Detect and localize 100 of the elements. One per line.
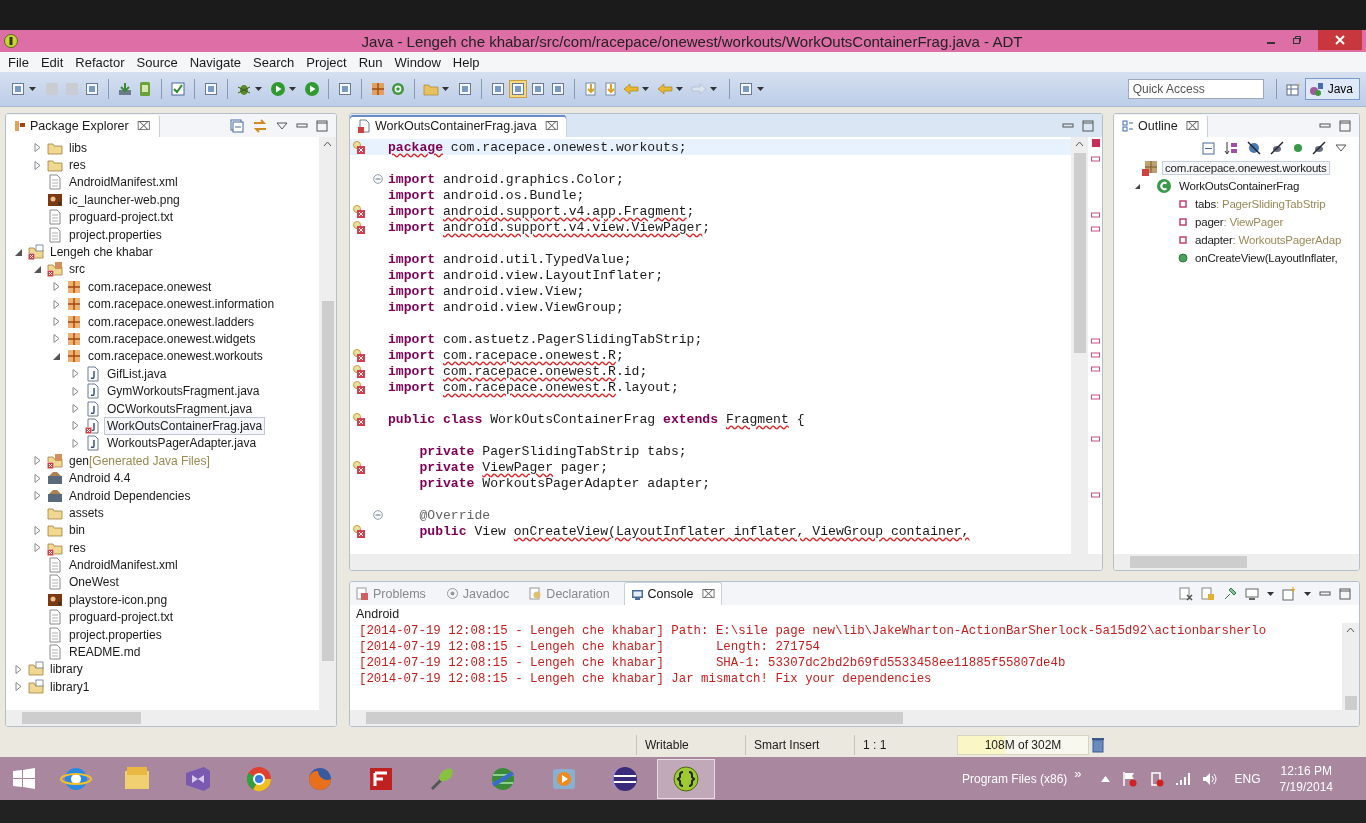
filter-icon[interactable] [1247, 141, 1261, 155]
close-icon[interactable]: ⌧ [544, 118, 559, 133]
tree-item[interactable]: AndroidManifest.xml [66, 556, 181, 575]
run-config-icon[interactable] [304, 81, 320, 97]
caret-icon[interactable] [710, 87, 717, 91]
menu-item[interactable]: Search [247, 54, 301, 70]
expand-toggle-icon[interactable] [52, 282, 61, 292]
caret-icon[interactable] [442, 87, 449, 91]
outline-item[interactable]: com.racepace.onewest.workouts [1162, 161, 1330, 175]
minimize-icon[interactable] [1319, 588, 1331, 599]
view-menu-icon[interactable] [276, 121, 288, 130]
vertical-scrollbar[interactable] [1071, 137, 1088, 554]
expand-toggle-icon[interactable] [14, 664, 23, 674]
horizontal-scrollbar[interactable] [350, 554, 1102, 570]
maximize-icon[interactable] [1082, 119, 1094, 132]
outline-item[interactable]: tabs: PagerSlidingTabStrip [1192, 197, 1329, 211]
minimize-icon[interactable] [1319, 120, 1331, 131]
run-icon[interactable] [270, 81, 286, 97]
tree-item[interactable]: ic_launcher-web.png [66, 190, 183, 209]
expand-toggle-icon[interactable] [71, 421, 80, 431]
caret-icon[interactable] [642, 87, 649, 91]
editor-tab[interactable]: WorkOutsContainerFrag.java ⌧ [350, 114, 568, 137]
tree-item[interactable]: src [66, 260, 88, 279]
caret-icon[interactable] [1267, 591, 1274, 596]
menu-item[interactable]: Window [388, 54, 447, 70]
close-icon[interactable]: ⌧ [1185, 118, 1200, 133]
tree-item[interactable]: bin [66, 521, 88, 540]
quick-access-field[interactable]: Quick Access [1127, 79, 1264, 99]
tree-item[interactable]: README.md [66, 643, 144, 662]
view-menu-icon[interactable] [1335, 144, 1347, 152]
tree-item[interactable]: libs [66, 138, 90, 157]
tree-item[interactable]: res [66, 156, 89, 175]
tree-item[interactable]: res [66, 538, 89, 557]
fold-icon[interactable] [373, 510, 383, 520]
expand-toggle-icon[interactable] [33, 143, 42, 153]
outline-item[interactable]: pager: ViewPager [1192, 215, 1287, 229]
menu-item[interactable]: Project [300, 54, 353, 70]
caret-icon[interactable] [676, 87, 683, 91]
expand-toggle-icon[interactable] [33, 456, 42, 466]
menu-item[interactable]: Source [130, 54, 184, 70]
expand-toggle-icon[interactable] [71, 404, 80, 414]
horizontal-scrollbar[interactable] [6, 710, 336, 726]
package-icon[interactable] [370, 81, 386, 97]
filter-icon[interactable] [1312, 141, 1326, 155]
expand-toggle-icon[interactable] [14, 682, 23, 692]
tree-item[interactable]: playstore-icon.png [66, 590, 171, 609]
lock-icon[interactable] [1201, 586, 1215, 601]
vertical-scrollbar[interactable] [319, 137, 336, 710]
minimize-icon[interactable] [296, 120, 308, 131]
close-button[interactable] [1318, 30, 1362, 50]
outline-item[interactable]: adapter: WorkoutsPagerAdap [1192, 233, 1345, 247]
menu-item[interactable]: File [2, 54, 35, 70]
expand-toggle-icon[interactable] [33, 491, 42, 500]
class-icon[interactable] [390, 81, 406, 97]
speaker-icon[interactable] [1201, 771, 1218, 786]
tree-item[interactable]: GymWorkoutsFragment.java [104, 382, 263, 401]
tree-item[interactable]: com.racepace.onewest.widgets [85, 330, 259, 348]
tree-item[interactable]: com.racepace.onewest.workouts [85, 347, 266, 366]
highlight-icon[interactable] [510, 81, 526, 97]
expand-toggle-icon[interactable] [1134, 182, 1141, 190]
flag-icon[interactable] [1120, 770, 1137, 787]
expand-toggle-icon[interactable] [71, 386, 80, 396]
view-tab[interactable]: Console ⌧ [623, 582, 723, 605]
remove-launch-icon[interactable] [1179, 586, 1193, 601]
vertical-scrollbar[interactable] [1342, 623, 1359, 710]
horizontal-scrollbar[interactable] [350, 710, 1359, 726]
tree-item[interactable]: gen[Generated Java Files] [66, 451, 213, 470]
view-tab[interactable]: Package Explorer ⌧ [6, 114, 160, 137]
menu-item[interactable]: Navigate [183, 54, 247, 70]
tree-item[interactable]: proguard-project.txt [66, 208, 177, 227]
close-icon[interactable]: ⌧ [136, 118, 151, 133]
expand-toggle-icon[interactable] [33, 160, 42, 170]
caret-icon[interactable] [255, 87, 262, 91]
expand-toggle-icon[interactable] [52, 299, 61, 309]
new-console-icon[interactable] [1282, 586, 1296, 601]
scroll-thumb[interactable] [1344, 696, 1357, 710]
scroll-up-icon[interactable] [1075, 141, 1084, 147]
trash-icon[interactable] [1091, 737, 1105, 753]
tree-item[interactable]: AndroidManifest.xml [66, 173, 181, 192]
expand-toggle-icon[interactable] [33, 264, 42, 274]
scroll-up-icon[interactable] [323, 141, 332, 147]
sort-icon[interactable] [1224, 141, 1238, 155]
open-perspective-icon[interactable] [1284, 81, 1301, 97]
close-icon[interactable]: ⌧ [701, 587, 716, 601]
previous-annotation-icon[interactable] [603, 81, 619, 97]
device-icon[interactable] [137, 81, 153, 97]
maximize-icon[interactable] [1339, 119, 1351, 132]
caret-icon[interactable] [757, 87, 764, 91]
fold-icon[interactable] [373, 174, 383, 184]
tree-item[interactable]: library [47, 660, 86, 679]
expand-toggle-icon[interactable] [52, 317, 61, 327]
menu-item[interactable]: Run [352, 54, 389, 70]
tree-item[interactable]: OneWest [66, 573, 122, 592]
checkbox-icon[interactable] [170, 81, 186, 97]
java-perspective-button[interactable]: Java [1304, 78, 1360, 100]
circle-icon[interactable] [1293, 143, 1303, 153]
outline-item[interactable]: onCreateView(LayoutInflater, [1192, 251, 1341, 265]
expand-toggle-icon[interactable] [33, 543, 42, 553]
tree-item[interactable]: com.racepace.onewest.information [85, 295, 278, 314]
display-icon[interactable] [1245, 586, 1259, 601]
